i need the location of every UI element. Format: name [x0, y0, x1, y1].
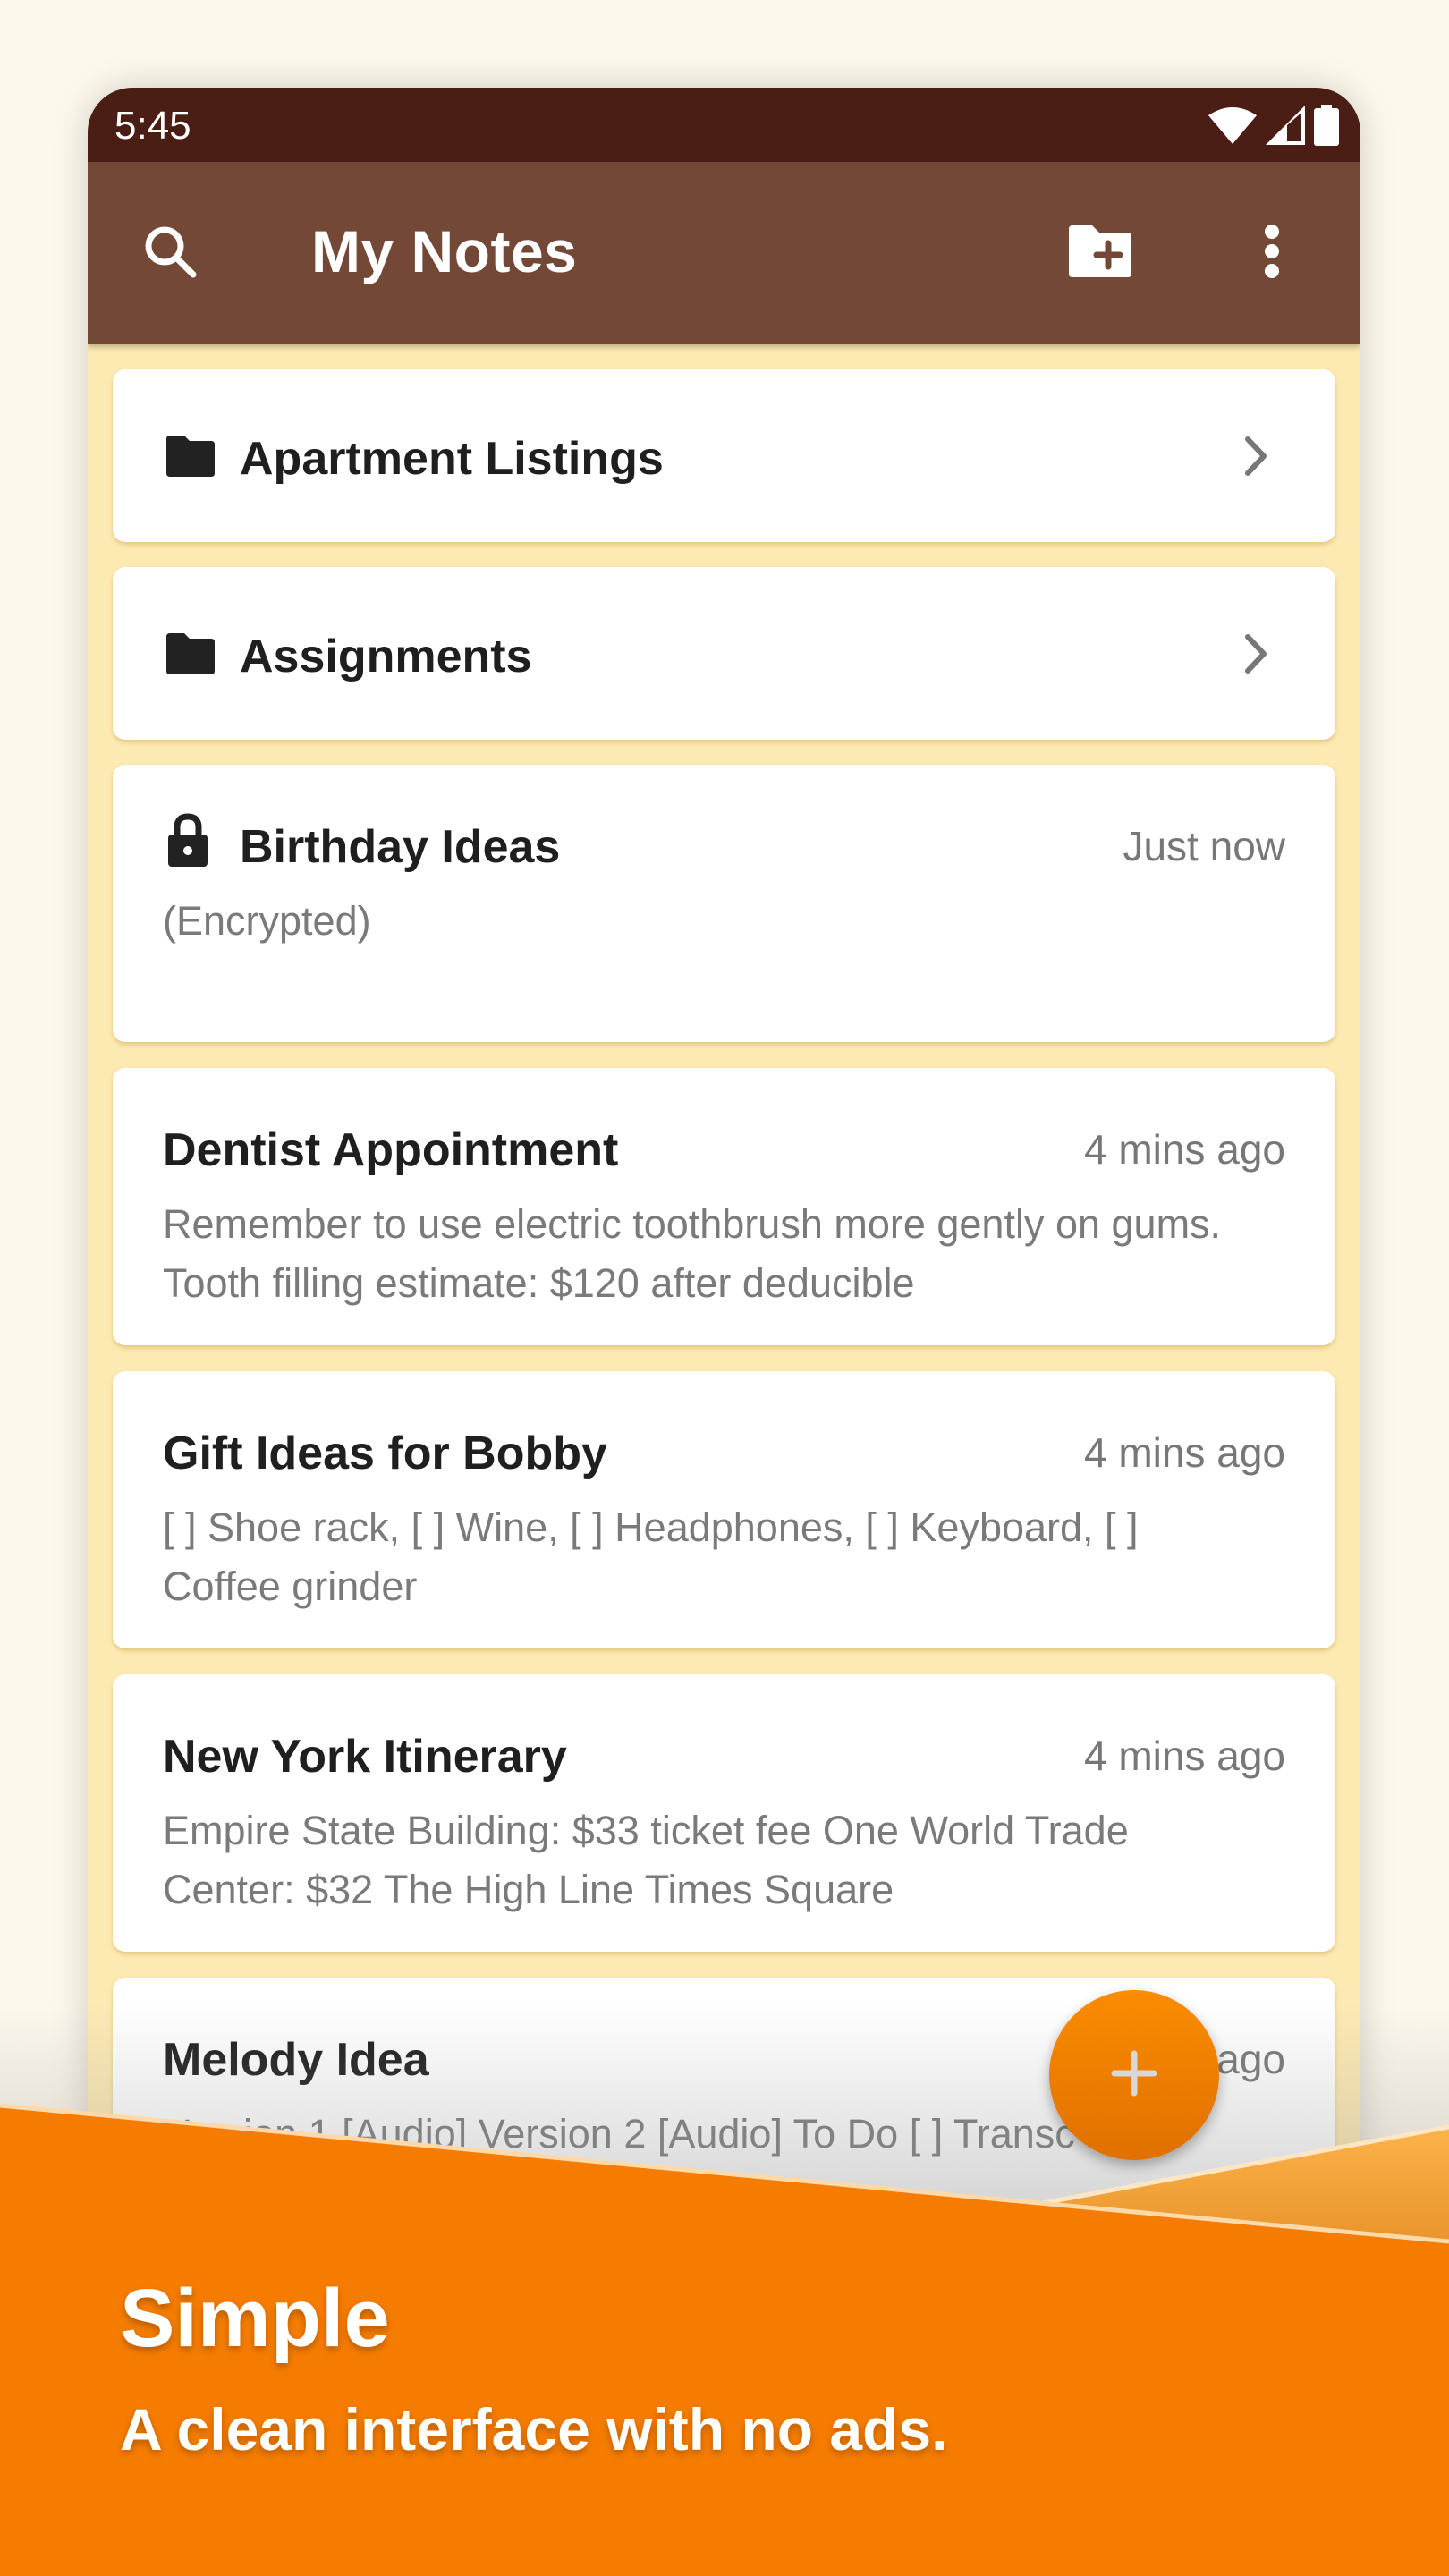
folder-label: Apartment Listings [240, 433, 664, 485]
note-title: Dentist Appointment [163, 1124, 619, 1176]
note-item[interactable]: Gift Ideas for Bobby 4 mins ago [ ] Shoe… [113, 1371, 1335, 1648]
folder-icon [166, 436, 215, 477]
note-preview: Remember to use electric toothbrush more… [163, 1201, 1222, 1306]
signal-icon [1266, 106, 1305, 145]
note-title: Gift Ideas for Bobby [163, 1428, 607, 1479]
folder-item[interactable]: Assignments [113, 567, 1335, 740]
folder-icon [166, 633, 215, 674]
note-item[interactable]: Dentist Appointment 4 mins ago Remember … [113, 1068, 1335, 1345]
note-timestamp: 4 mins ago [1083, 1126, 1285, 1173]
note-item[interactable]: New York Itinerary 4 mins ago Empire Sta… [113, 1674, 1335, 1952]
note-preview: (Encrypted) [163, 898, 371, 944]
more-vert-icon [1263, 223, 1281, 284]
search-button[interactable] [132, 216, 208, 291]
phone-screen: 5:45 My Notes Apartment Listings Assignm… [88, 88, 1360, 2234]
note-timestamp: 4 mins ago [1083, 1733, 1285, 1779]
create-new-folder-icon [1069, 225, 1131, 282]
note-title: New York Itinerary [163, 1731, 567, 1783]
app-bar: My Notes [88, 162, 1360, 344]
banner-subheading: A clean interface with no ads. [120, 2396, 948, 2462]
folder-label: Assignments [240, 631, 532, 682]
page-title: My Notes [311, 218, 578, 284]
chevron-right-icon [1242, 434, 1269, 479]
new-folder-button[interactable] [1063, 216, 1138, 291]
note-item[interactable]: Birthday Ideas Just now (Encrypted) [113, 765, 1335, 1042]
status-time: 5:45 [114, 104, 191, 148]
wifi-icon [1208, 106, 1257, 144]
note-title: Birthday Ideas [240, 821, 561, 873]
chevron-right-icon [1242, 631, 1269, 676]
note-preview: [ ] Shoe rack, [ ] Wine, [ ] Headphones,… [163, 1504, 1139, 1609]
status-icons [1208, 104, 1339, 147]
lock-icon [166, 813, 209, 867]
banner-heading: Simple [120, 2273, 390, 2364]
battery-icon [1314, 105, 1339, 146]
note-timestamp: Just now [1123, 823, 1285, 869]
status-bar: 5:45 [88, 88, 1360, 162]
note-preview: Empire State Building: $33 ticket fee On… [163, 1808, 1129, 1912]
folder-item[interactable]: Apartment Listings [113, 369, 1335, 542]
note-timestamp: 4 mins ago [1083, 1429, 1285, 1476]
more-options-button[interactable] [1234, 216, 1309, 291]
search-icon [141, 223, 199, 284]
